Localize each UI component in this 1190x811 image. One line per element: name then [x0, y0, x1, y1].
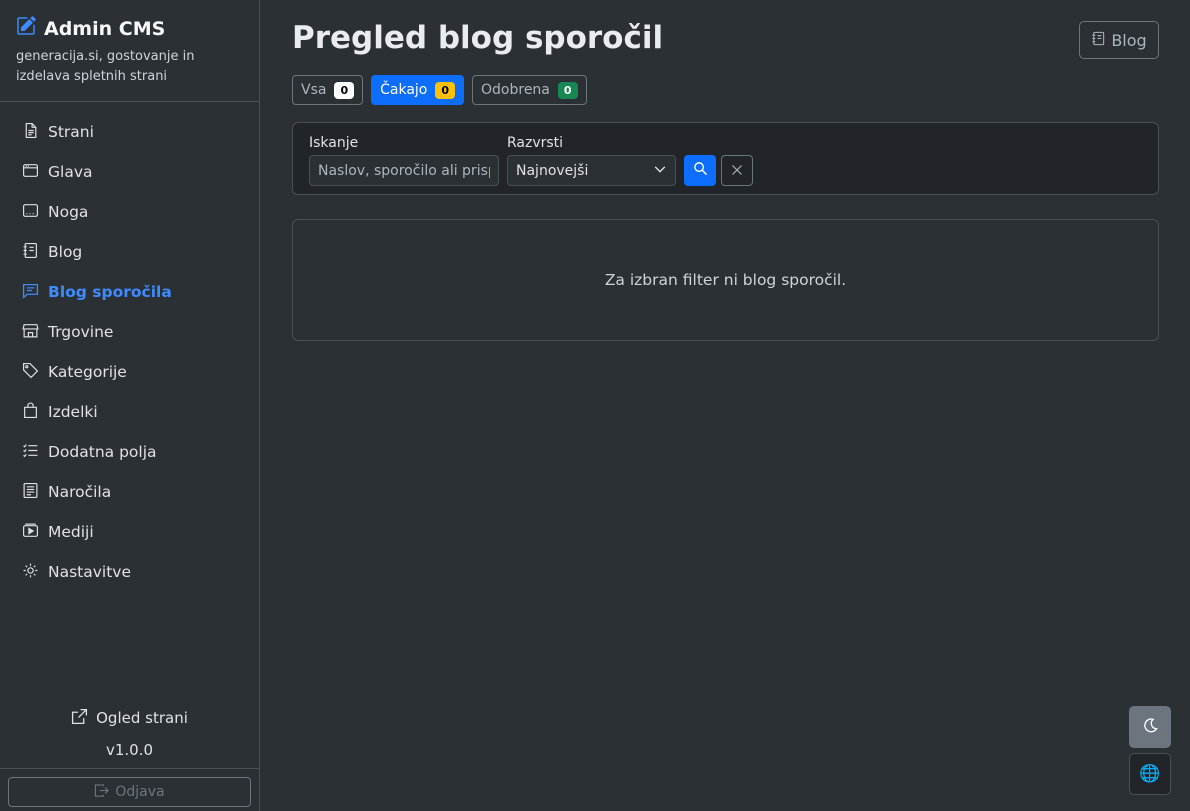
filter-card: Iskanje Razvrsti Najnovejši	[292, 122, 1159, 195]
count-badge: 0	[334, 81, 355, 99]
sidebar-item-label: Mediji	[48, 523, 94, 541]
brand-subtitle: generacija.si, gostovanje in izdelava sp…	[16, 49, 195, 84]
tab-label: Vsa	[301, 82, 327, 98]
sidebar-item-nastavitve[interactable]: Nastavitve	[0, 552, 259, 592]
search-input[interactable]	[309, 155, 499, 186]
shop-icon	[22, 322, 48, 343]
search-label: Iskanje	[309, 135, 359, 151]
sidebar-item-noga[interactable]: Noga	[0, 192, 259, 232]
sidebar-item-label: Noga	[48, 203, 89, 221]
sidebar-item-strani[interactable]: Strani	[0, 112, 259, 152]
sidebar-item-dodatna-polja[interactable]: Dodatna polja	[0, 432, 259, 472]
count-badge: 0	[557, 81, 578, 99]
logout-label: Odjava	[115, 784, 165, 800]
sort-label: Razvrsti	[507, 135, 564, 151]
blog-button-label: Blog	[1111, 30, 1147, 50]
tab-cakajo[interactable]: Čakajo 0	[371, 75, 465, 105]
chat-lines-icon	[22, 282, 48, 303]
bag-icon	[22, 402, 48, 423]
tab-vsa[interactable]: Vsa 0	[292, 75, 364, 105]
search-button[interactable]	[684, 155, 716, 186]
window-footer-icon	[22, 202, 48, 223]
brand-title: Admin CMS	[44, 17, 166, 40]
receipt-icon	[22, 482, 48, 503]
sidebar-item-label: Kategorije	[48, 363, 127, 381]
theme-toggle-button[interactable]	[1129, 706, 1171, 748]
sidebar-item-blog-sporocila[interactable]: Blog sporočila	[0, 272, 259, 312]
language-button[interactable]: 🌐	[1129, 753, 1171, 795]
view-site-label: Ogled strani	[96, 709, 188, 727]
sidebar: Admin CMS generacija.si, gostovanje in i…	[0, 0, 260, 811]
blog-button[interactable]: Blog	[1079, 21, 1159, 59]
journal-icon	[22, 242, 48, 263]
list-check-icon	[22, 442, 48, 463]
window-header-icon	[22, 162, 48, 183]
close-icon	[731, 161, 743, 180]
brand: Admin CMS generacija.si, gostovanje in i…	[0, 0, 259, 102]
pencil-square-icon	[16, 16, 36, 41]
page-title: Pregled blog sporočil	[292, 20, 664, 56]
version-label: v1.0.0	[105, 741, 154, 759]
brand-title-row[interactable]: Admin CMS	[16, 16, 243, 41]
sidebar-item-label: Blog sporočila	[48, 283, 172, 301]
sidebar-item-trgovine[interactable]: Trgovine	[0, 312, 259, 352]
sidebar-item-narocila[interactable]: Naročila	[0, 472, 259, 512]
journal-icon	[1091, 31, 1106, 50]
play-media-icon	[22, 522, 48, 543]
tab-odobrena[interactable]: Odobrena 0	[472, 75, 587, 105]
sidebar-item-label: Naročila	[48, 483, 112, 501]
tags-icon	[22, 362, 48, 383]
sidebar-item-blog[interactable]: Blog	[0, 232, 259, 272]
main-content: Pregled blog sporočil Blog Vsa 0 Čakajo …	[260, 0, 1190, 811]
external-link-icon	[71, 708, 88, 729]
clear-filter-button[interactable]	[721, 155, 753, 186]
sidebar-footer: Ogled strani v1.0.0 Odjava	[0, 704, 259, 811]
sort-select[interactable]: Najnovejši	[507, 155, 676, 186]
moon-icon	[1142, 717, 1159, 738]
sidebar-item-label: Nastavitve	[48, 563, 132, 581]
sidebar-item-izdelki[interactable]: Izdelki	[0, 392, 259, 432]
sidebar-item-label: Izdelki	[48, 403, 98, 421]
file-text-icon	[22, 122, 48, 143]
logout-wrap: Odjava	[0, 768, 259, 811]
sidebar-item-kategorije[interactable]: Kategorije	[0, 352, 259, 392]
chevron-down-icon	[653, 162, 667, 180]
sidebar-nav: Strani Glava Noga Blog Blog sporočila Tr…	[0, 102, 259, 592]
sort-value: Najnovejši	[516, 162, 589, 179]
tab-label: Odobrena	[481, 82, 550, 98]
count-badge: 0	[435, 81, 456, 99]
sidebar-item-glava[interactable]: Glava	[0, 152, 259, 192]
logout-button[interactable]: Odjava	[8, 777, 251, 807]
search-icon	[693, 161, 708, 180]
view-site-link[interactable]: Ogled strani	[0, 704, 259, 732]
gear-icon	[22, 562, 48, 583]
sidebar-item-label: Strani	[48, 123, 94, 141]
sidebar-item-label: Dodatna polja	[48, 443, 157, 461]
empty-message: Za izbran filter ni blog sporočil.	[604, 271, 847, 289]
logout-icon	[94, 783, 110, 802]
sidebar-item-label: Glava	[48, 163, 93, 181]
globe-icon: 🌐	[1139, 764, 1161, 784]
sidebar-item-mediji[interactable]: Mediji	[0, 512, 259, 552]
sidebar-item-label: Trgovine	[48, 323, 114, 341]
tab-label: Čakajo	[380, 82, 428, 98]
sidebar-item-label: Blog	[48, 243, 83, 261]
empty-state-card: Za izbran filter ni blog sporočil.	[292, 219, 1159, 341]
status-tabs: Vsa 0 Čakajo 0 Odobrena 0	[292, 75, 587, 105]
